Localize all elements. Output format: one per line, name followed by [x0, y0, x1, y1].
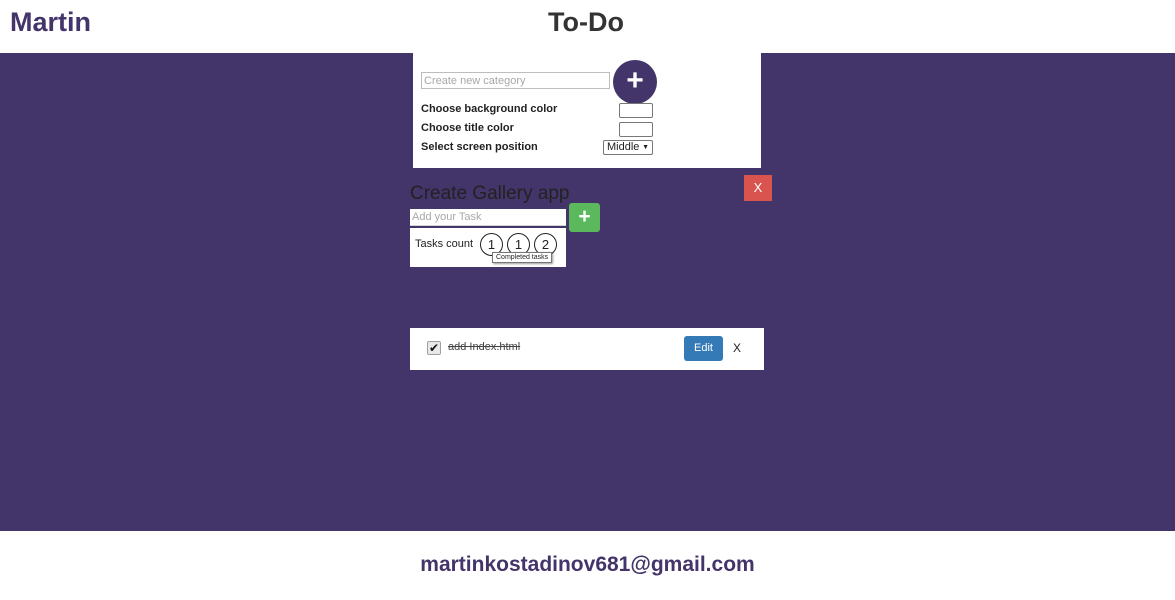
title-color-picker[interactable]	[619, 122, 653, 137]
app-title: To-Do	[548, 7, 624, 37]
screen-position-label: Select screen position	[421, 141, 538, 153]
title-color-label: Choose title color	[421, 122, 514, 134]
main-area: + Choose background color Choose title c…	[0, 53, 1175, 531]
create-category-panel: + Choose background color Choose title c…	[413, 53, 761, 168]
add-category-button[interactable]: +	[613, 60, 657, 104]
screen-position-select[interactable]: Middle ▼	[603, 140, 653, 155]
bg-color-picker[interactable]	[619, 103, 653, 118]
category-name-input[interactable]	[421, 72, 610, 89]
bg-color-label: Choose background color	[421, 103, 558, 115]
task-list-2	[402, 175, 772, 379]
bg-color-swatch	[622, 106, 650, 115]
contact-email: martinkostadinov681@gmail.com	[420, 553, 755, 576]
footer: martinkostadinov681@gmail.com	[0, 531, 1175, 600]
title-color-swatch	[622, 125, 650, 134]
chevron-down-icon: ▼	[642, 144, 649, 151]
screen-position-value: Middle	[607, 141, 640, 153]
brand-name: Martin	[10, 7, 91, 37]
plus-icon: +	[626, 64, 644, 97]
header: Martin To-Do	[0, 0, 1175, 53]
